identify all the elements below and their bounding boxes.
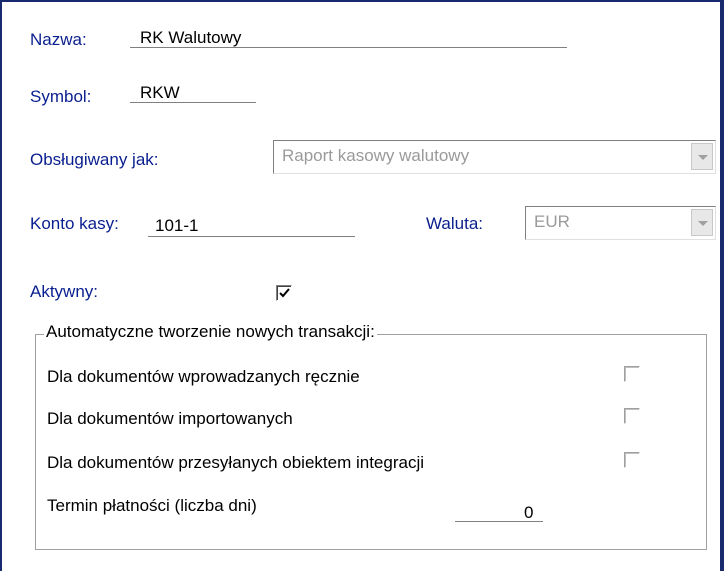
window-frame-right xyxy=(720,0,724,571)
group-item-label: Dla dokumentów przesyłanych obiektem int… xyxy=(47,453,425,472)
aktywny-checkbox[interactable] xyxy=(276,285,292,301)
konto-label: Konto kasy: xyxy=(30,214,119,233)
manual-docs-checkbox[interactable] xyxy=(624,366,640,382)
symbol-underline xyxy=(130,102,256,103)
chevron-down-icon[interactable] xyxy=(691,209,713,236)
konto-field[interactable]: 101-1 xyxy=(155,216,198,236)
chevron-down-icon[interactable] xyxy=(691,143,713,170)
group-item-label: Dla dokumentów importowanych xyxy=(47,409,293,428)
termin-underline xyxy=(455,521,543,522)
waluta-value: EUR xyxy=(534,212,570,231)
nazwa-field[interactable]: RK Walutowy xyxy=(140,28,241,48)
checkmark-icon xyxy=(279,288,290,298)
termin-label: Termin płatności (liczba dni) xyxy=(47,496,257,515)
nazwa-label: Nazwa: xyxy=(30,30,87,49)
obslugiwany-select[interactable]: Raport kasowy walutowy xyxy=(273,140,716,174)
nazwa-underline xyxy=(130,47,567,48)
symbol-field[interactable]: RKW xyxy=(140,83,180,103)
symbol-label: Symbol: xyxy=(30,87,92,106)
konto-underline xyxy=(148,236,355,237)
waluta-select[interactable]: EUR xyxy=(525,206,716,240)
group-title: Automatyczne tworzenie nowych transakcji… xyxy=(44,322,377,342)
obslugiwany-value: Raport kasowy walutowy xyxy=(282,146,470,165)
waluta-label: Waluta: xyxy=(426,214,484,233)
integration-docs-checkbox[interactable] xyxy=(624,452,640,468)
obslugiwany-label: Obsługiwany jak: xyxy=(30,150,159,169)
group-item-label: Dla dokumentów wprowadzanych ręcznie xyxy=(47,367,360,386)
aktywny-label: Aktywny: xyxy=(30,282,99,301)
imported-docs-checkbox[interactable] xyxy=(624,408,640,424)
termin-field[interactable]: 0 xyxy=(524,503,533,523)
